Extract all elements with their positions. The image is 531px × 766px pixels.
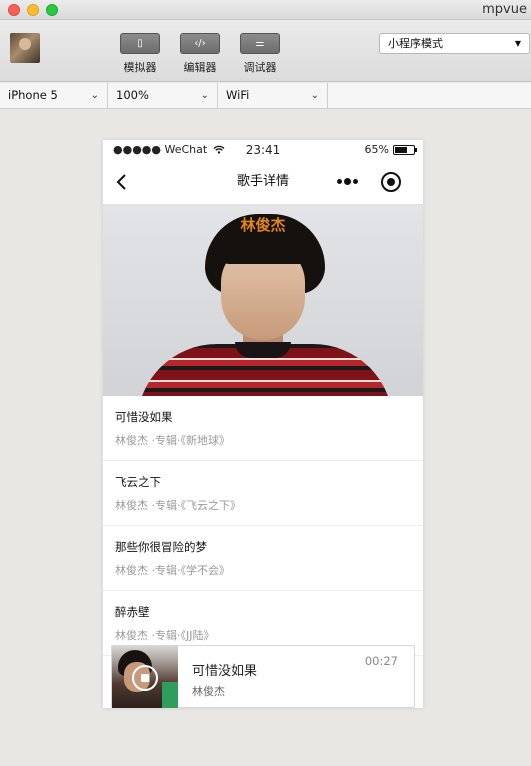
battery-percent: 65% bbox=[364, 143, 389, 156]
device-select[interactable]: iPhone 5 ⌄ bbox=[0, 83, 108, 108]
close-window-button[interactable] bbox=[8, 4, 20, 16]
phone-simulator: ●●●●● WeChat 23:41 65% 歌手详情 林俊杰 可惜没如果 林俊… bbox=[103, 140, 423, 708]
song-item[interactable]: 那些你很冒险的梦 林俊杰 ·专辑·《学不会》 bbox=[103, 526, 423, 591]
stop-icon[interactable] bbox=[132, 665, 158, 691]
editor-label: 编辑器 bbox=[183, 61, 217, 74]
device-select-value: iPhone 5 bbox=[8, 88, 58, 102]
window-title: mpvue bbox=[482, 2, 527, 17]
more-icon[interactable] bbox=[337, 176, 359, 188]
song-title: 飞云之下 bbox=[115, 475, 161, 489]
mini-player[interactable]: 可惜没如果 林俊杰 00:27 bbox=[111, 645, 415, 708]
window-titlebar: mpvue bbox=[0, 0, 531, 20]
close-miniprogram-icon[interactable] bbox=[381, 172, 401, 192]
sliders-icon[interactable]: ⚌ bbox=[240, 33, 280, 54]
player-artist: 林俊杰 bbox=[192, 685, 225, 698]
mode-select[interactable]: 小程序模式 ▼ bbox=[379, 33, 530, 54]
player-time: 00:27 bbox=[364, 654, 398, 668]
user-avatar[interactable] bbox=[10, 33, 40, 63]
nav-bar: 歌手详情 bbox=[103, 160, 423, 204]
code-icon[interactable]: ‹/› bbox=[180, 33, 220, 54]
caret-down-icon: ▼ bbox=[514, 39, 521, 48]
singer-banner: 林俊杰 bbox=[103, 204, 423, 396]
song-title: 可惜没如果 bbox=[115, 410, 173, 424]
chevron-down-icon: ⌄ bbox=[200, 90, 209, 101]
simulator-label: 模拟器 bbox=[123, 61, 157, 74]
zoom-select-value: 100% bbox=[116, 88, 149, 102]
editor-tool[interactable]: ‹/› 编辑器 bbox=[176, 33, 224, 75]
simulator-tool[interactable]: ▯ 模拟器 bbox=[116, 33, 164, 75]
status-bar: ●●●●● WeChat 23:41 65% bbox=[103, 140, 423, 160]
song-meta: 林俊杰 ·专辑·《新地球》 bbox=[115, 434, 230, 447]
ide-toolbar: ▯ 模拟器 ‹/› 编辑器 ⚌ 调试器 小程序模式 ▼ bbox=[0, 20, 531, 82]
network-select[interactable]: WiFi ⌄ bbox=[218, 83, 328, 108]
device-bar: iPhone 5 ⌄ 100% ⌄ WiFi ⌄ bbox=[0, 83, 531, 109]
mode-select-value: 小程序模式 bbox=[388, 37, 443, 50]
minimize-window-button[interactable] bbox=[27, 4, 39, 16]
song-item[interactable]: 飞云之下 林俊杰 ·专辑·《飞云之下》 bbox=[103, 461, 423, 526]
chevron-down-icon: ⌄ bbox=[90, 90, 99, 101]
simulator-icon[interactable]: ▯ bbox=[120, 33, 160, 54]
debugger-tool[interactable]: ⚌ 调试器 bbox=[236, 33, 284, 75]
player-song-title: 可惜没如果 bbox=[192, 664, 258, 679]
battery-icon bbox=[393, 145, 417, 155]
chevron-down-icon: ⌄ bbox=[310, 90, 319, 101]
page-title: 歌手详情 bbox=[236, 174, 289, 189]
song-title: 醉赤壁 bbox=[115, 605, 150, 619]
network-select-value: WiFi bbox=[226, 88, 250, 102]
debugger-label: 调试器 bbox=[243, 61, 277, 74]
song-meta: 林俊杰 ·专辑·《学不会》 bbox=[115, 564, 230, 577]
song-meta: 林俊杰 ·专辑·《JJ陆》 bbox=[115, 629, 215, 642]
zoom-select[interactable]: 100% ⌄ bbox=[108, 83, 218, 108]
zoom-window-button[interactable] bbox=[46, 4, 58, 16]
battery-indicator: 65% bbox=[364, 140, 417, 160]
singer-name: 林俊杰 bbox=[240, 216, 286, 234]
song-meta: 林俊杰 ·专辑·《飞云之下》 bbox=[115, 499, 241, 512]
album-cover bbox=[112, 646, 178, 708]
song-item[interactable]: 可惜没如果 林俊杰 ·专辑·《新地球》 bbox=[103, 396, 423, 461]
song-title: 那些你很冒险的梦 bbox=[115, 540, 207, 554]
